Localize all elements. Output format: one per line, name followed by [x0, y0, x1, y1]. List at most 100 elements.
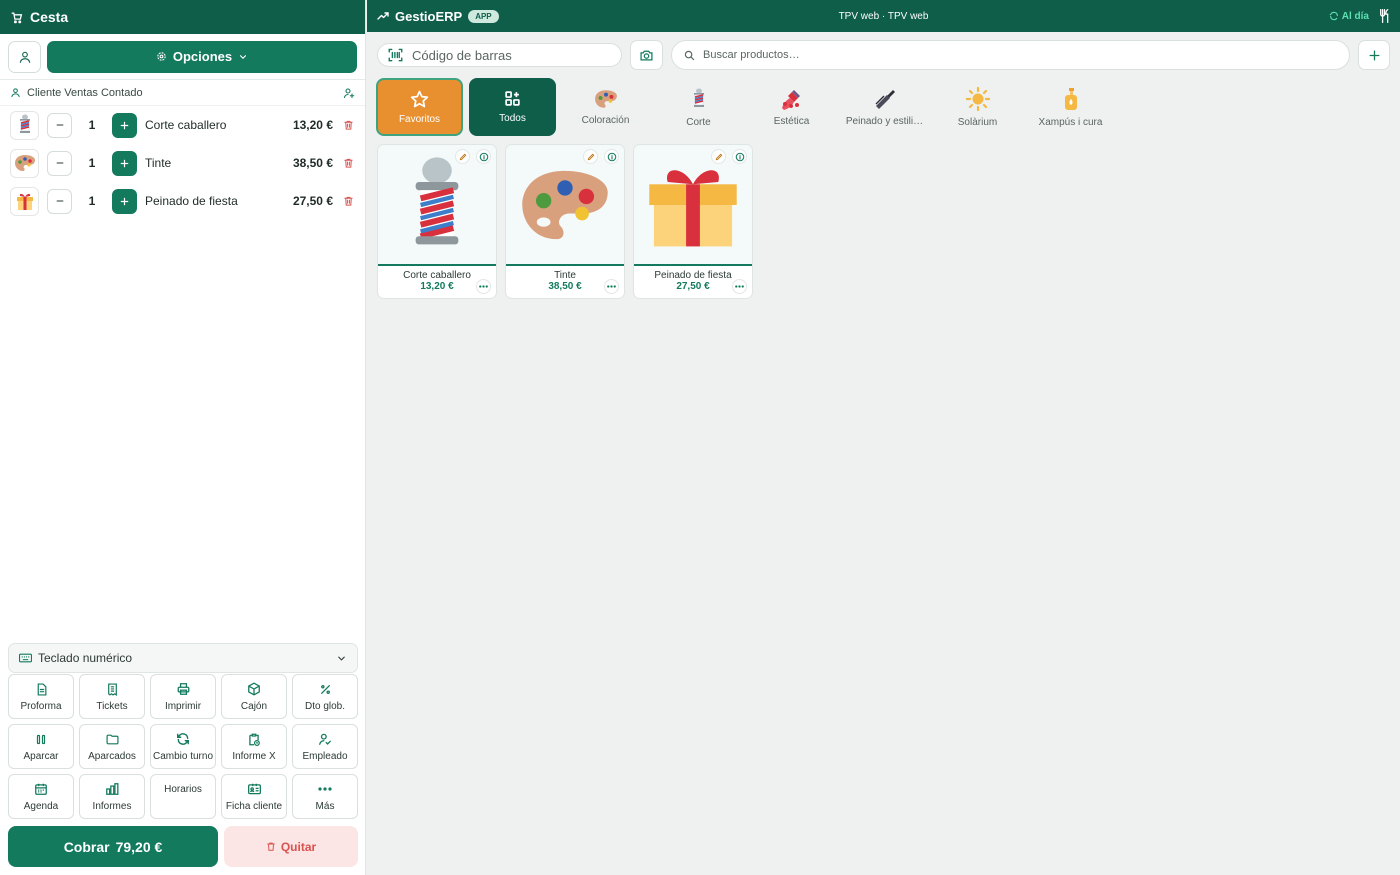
product-search-input[interactable]: Buscar productos…: [671, 40, 1350, 70]
shift-change-button[interactable]: Cambio turno: [150, 724, 216, 769]
global-discount-button[interactable]: Dto glob.: [292, 674, 358, 719]
cloud-sync-icon: [1329, 11, 1339, 21]
item-quantity: 1: [88, 118, 96, 132]
reports-button[interactable]: Informes: [79, 774, 145, 819]
category-label: Favoritos: [398, 113, 441, 125]
nail-polish-icon: [780, 88, 804, 110]
plus-icon: [1368, 49, 1381, 62]
item-name: Tinte: [145, 156, 172, 170]
increase-qty-button[interactable]: [112, 150, 137, 176]
contact-card-icon: [247, 782, 262, 797]
product-more-button[interactable]: [732, 279, 747, 294]
product-card[interactable]: Corte caballero 13,20 €: [377, 144, 497, 299]
product-grid: Corte caballero 13,20 € Tinte 38,50 € Pe…: [377, 144, 753, 299]
product-more-button[interactable]: [604, 279, 619, 294]
function-label: Agenda: [23, 800, 59, 812]
item-price: 13,20 €: [292, 118, 333, 132]
trash-icon[interactable]: [341, 157, 355, 169]
info-icon: [607, 152, 617, 162]
pause-icon: [35, 732, 47, 747]
proforma-button[interactable]: Proforma: [8, 674, 74, 719]
report-x-button[interactable]: Informe X: [221, 724, 287, 769]
edit-product-button[interactable]: [711, 149, 726, 164]
add-product-button[interactable]: [1358, 40, 1390, 70]
category-xampus[interactable]: Xampús i cura: [1027, 78, 1114, 136]
trash-icon[interactable]: [341, 119, 355, 131]
function-label: Aparcar: [23, 750, 59, 762]
search-icon: [684, 50, 695, 61]
more-button[interactable]: Más: [292, 774, 358, 819]
document-icon: [35, 682, 48, 697]
function-label: Dto glob.: [304, 700, 346, 712]
edit-product-button[interactable]: [583, 149, 598, 164]
cash-drawer-button[interactable]: Cajón: [221, 674, 287, 719]
product-info-button[interactable]: [604, 149, 619, 164]
trash-icon[interactable]: [341, 195, 355, 207]
decrease-qty-button[interactable]: [47, 188, 72, 214]
agenda-button[interactable]: Agenda: [8, 774, 74, 819]
park-button[interactable]: Aparcar: [8, 724, 74, 769]
tickets-button[interactable]: Tickets: [79, 674, 145, 719]
camera-icon: [640, 49, 653, 61]
remove-button[interactable]: Quitar: [224, 826, 358, 867]
product-image: [378, 145, 496, 266]
options-button[interactable]: Opciones: [47, 40, 357, 73]
chevron-down-icon: [238, 52, 248, 62]
item-price: 38,50 €: [292, 156, 333, 170]
grid-plus-icon: [504, 90, 521, 107]
barber-pole-icon: [414, 156, 460, 253]
category-corte[interactable]: Corte: [655, 78, 742, 136]
function-label: Cajón: [240, 700, 268, 712]
function-label: Informes: [92, 800, 132, 812]
numeric-keypad-toggle[interactable]: Teclado numérico: [8, 643, 358, 673]
add-user-icon[interactable]: [343, 87, 355, 99]
lotion-icon: [1063, 87, 1079, 111]
category-peinado[interactable]: Peinado y estili…: [841, 78, 928, 136]
category-all[interactable]: Todos: [469, 78, 556, 136]
function-label: Aparcados: [88, 750, 136, 762]
product-image: [506, 145, 624, 266]
function-label: Imprimir: [164, 700, 202, 712]
client-row[interactable]: Cliente Ventas Contado: [0, 80, 365, 106]
barber-pole-icon: [692, 87, 706, 111]
cart-header: Cesta: [0, 0, 365, 34]
product-card[interactable]: Tinte 38,50 €: [505, 144, 625, 299]
camera-button[interactable]: [630, 40, 663, 70]
charge-button[interactable]: Cobrar 79,20 €: [8, 826, 218, 867]
parked-button[interactable]: Aparcados: [79, 724, 145, 769]
cart-panel: Cesta Opciones Cliente Ventas Contado 1 …: [0, 0, 366, 875]
function-label: Ficha cliente: [225, 800, 283, 812]
schedules-button[interactable]: Horarios: [150, 774, 216, 819]
item-name: Corte caballero: [145, 118, 227, 132]
cart-options-row: Opciones: [0, 34, 365, 80]
category-coloracion[interactable]: Coloración: [562, 78, 649, 136]
function-label: Empleado: [302, 750, 348, 762]
category-label: Corte: [686, 116, 711, 128]
edit-product-button[interactable]: [455, 149, 470, 164]
category-solarium[interactable]: Solàrium: [934, 78, 1021, 136]
product-info-button[interactable]: [476, 149, 491, 164]
keyboard-icon: [19, 653, 32, 663]
category-estetica[interactable]: Estética: [748, 78, 835, 136]
increase-qty-button[interactable]: [112, 188, 137, 214]
cart-icon: [10, 11, 23, 24]
print-button[interactable]: Imprimir: [150, 674, 216, 719]
decrease-qty-button[interactable]: [47, 150, 72, 176]
pencil-icon: [587, 153, 595, 161]
employee-button[interactable]: Empleado: [292, 724, 358, 769]
select-client-button[interactable]: [8, 40, 41, 73]
category-bar: Favoritos Todos Coloración Corte Estétic…: [376, 78, 1114, 136]
client-card-button[interactable]: Ficha cliente: [221, 774, 287, 819]
product-card[interactable]: Peinado de fiesta 27,50 €: [633, 144, 753, 299]
utensils-icon[interactable]: [1379, 9, 1390, 23]
function-label: Proforma: [20, 700, 62, 712]
product-more-button[interactable]: [476, 279, 491, 294]
more-icon: [607, 285, 616, 288]
product-info-button[interactable]: [732, 149, 747, 164]
increase-qty-button[interactable]: [112, 112, 137, 138]
barcode-input[interactable]: Código de barras: [377, 43, 622, 67]
sync-status[interactable]: Al día: [1329, 11, 1369, 22]
category-favorites[interactable]: Favoritos: [376, 78, 463, 136]
decrease-qty-button[interactable]: [47, 112, 72, 138]
item-quantity: 1: [88, 156, 96, 170]
